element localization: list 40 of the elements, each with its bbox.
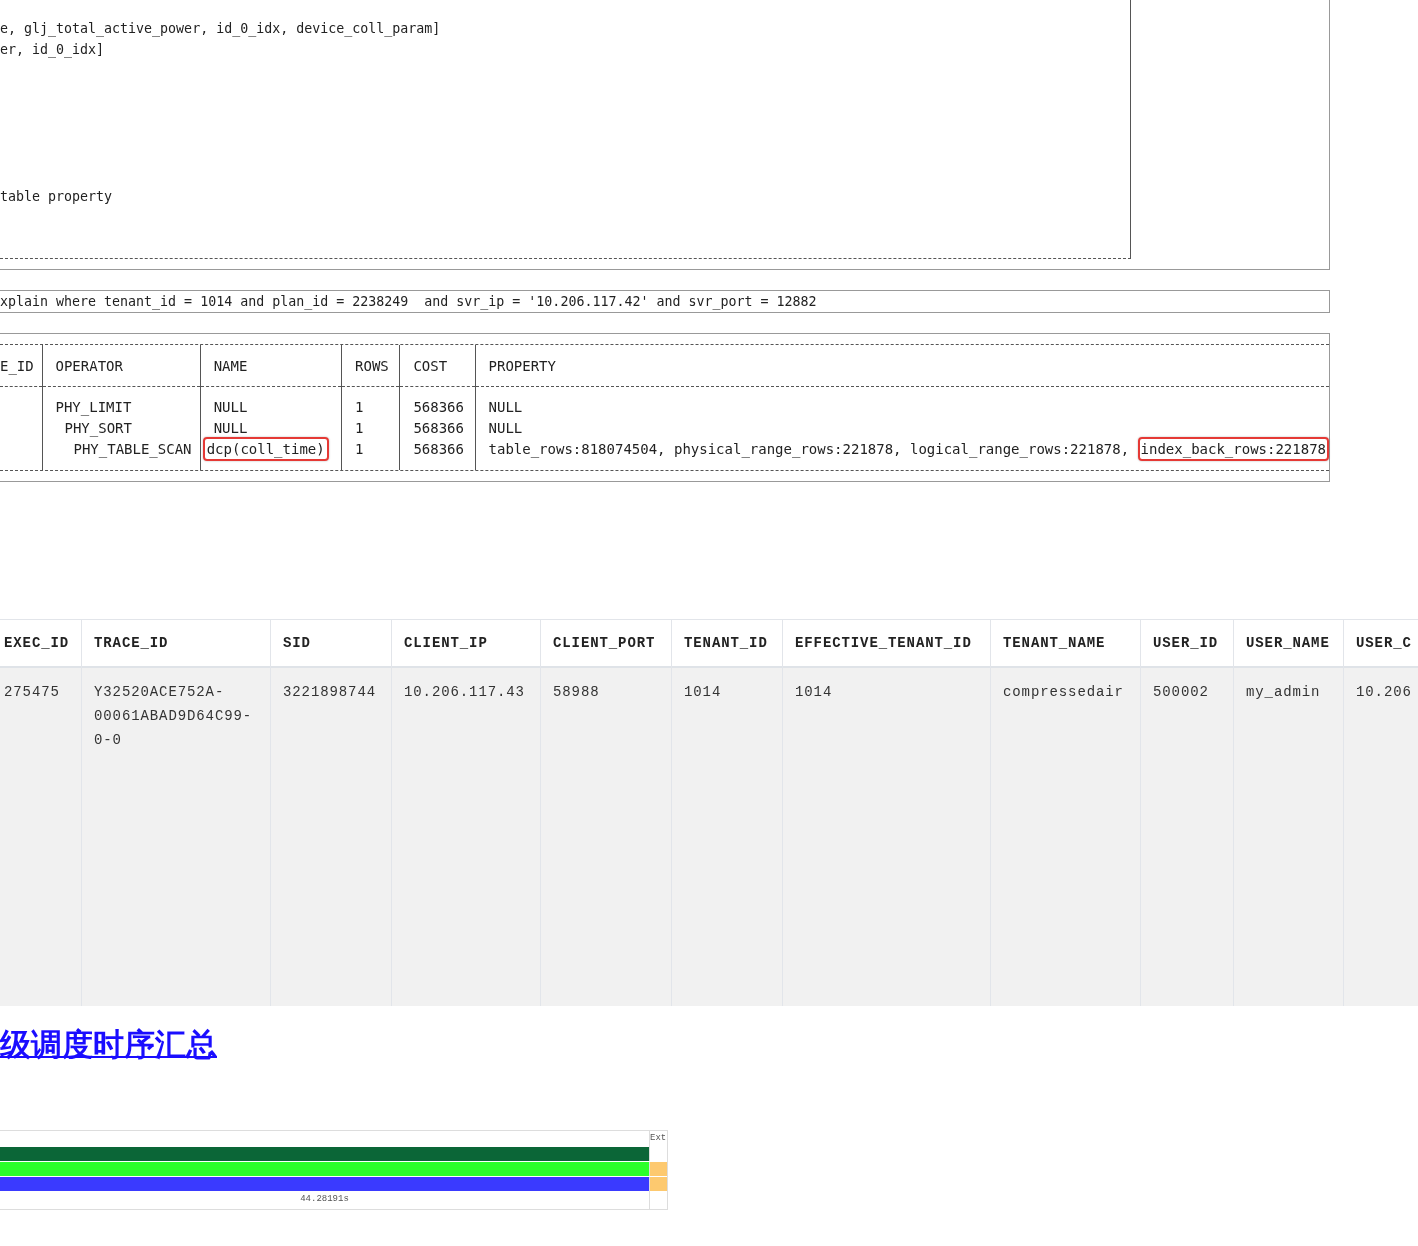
table-cell: 10.206 <box>1356 684 1412 700</box>
table-cell: NULL <box>213 399 248 415</box>
table-cell: NULL <box>488 420 523 436</box>
table-cell: 1 <box>355 441 364 457</box>
table-cell: 568366 <box>413 420 464 436</box>
table-cell: PHY_LIMIT <box>55 399 132 415</box>
column-header: PROPERTY <box>475 345 1329 387</box>
table-cell: 568366 <box>413 399 464 415</box>
column-header: COST <box>400 345 475 387</box>
section-link[interactable]: 级调度时序汇总 <box>0 1026 217 1062</box>
table-cell: 568366 <box>413 441 464 457</box>
output-line: e, glj_total_active_power, id_0_idx, device_coll_param] <box>0 20 441 39</box>
table-cell: table_rows:818074504, physical_range_rows:221878, logical_range_rows:221878, <box>488 441 1130 457</box>
table-cell: my_admin <box>1246 684 1321 700</box>
duration-label: 44.28191s <box>299 1193 350 1206</box>
table-cell: 58988 <box>553 684 600 700</box>
table-cell: PHY_SORT <box>64 420 132 436</box>
table-cell: 500002 <box>1153 684 1209 700</box>
highlighted-text: index_back_rows:221878 <box>1137 437 1329 461</box>
output-line: table property <box>0 188 113 206</box>
column-header: E_ID <box>0 345 42 387</box>
table-cell: 1014 <box>795 684 833 700</box>
query-text: xplain where tenant_id = 1014 and plan_id = 2238249 and svr_ip = '10.206.117.42' and svr_port = 12882 <box>0 293 817 312</box>
table-cell: NULL <box>488 399 523 415</box>
column-header: ROWS <box>342 345 400 387</box>
table-cell: Y32520ACE752A-00061ABAD9D64C99-0-0 <box>94 684 253 748</box>
column-header: NAME <box>200 345 342 387</box>
table-cell: 1 <box>355 420 364 436</box>
table-cell: 1 <box>355 399 364 415</box>
table-cell: 275475 <box>4 684 60 700</box>
table-cell: 3221898744 <box>283 684 376 700</box>
column-header: OPERATOR <box>42 345 200 387</box>
column-label: Ext <box>650 1133 667 1143</box>
table-cell: 1014 <box>684 684 722 700</box>
table-cell: compressedair <box>1003 684 1124 700</box>
output-line: er, id_0_idx] <box>0 41 105 60</box>
table-cell: 10.206.117.43 <box>404 684 525 700</box>
table-cell: NULL <box>213 420 248 436</box>
highlighted-cell: dcp(coll_time) <box>202 437 329 461</box>
table-cell: PHY_TABLE_SCAN <box>73 441 192 457</box>
